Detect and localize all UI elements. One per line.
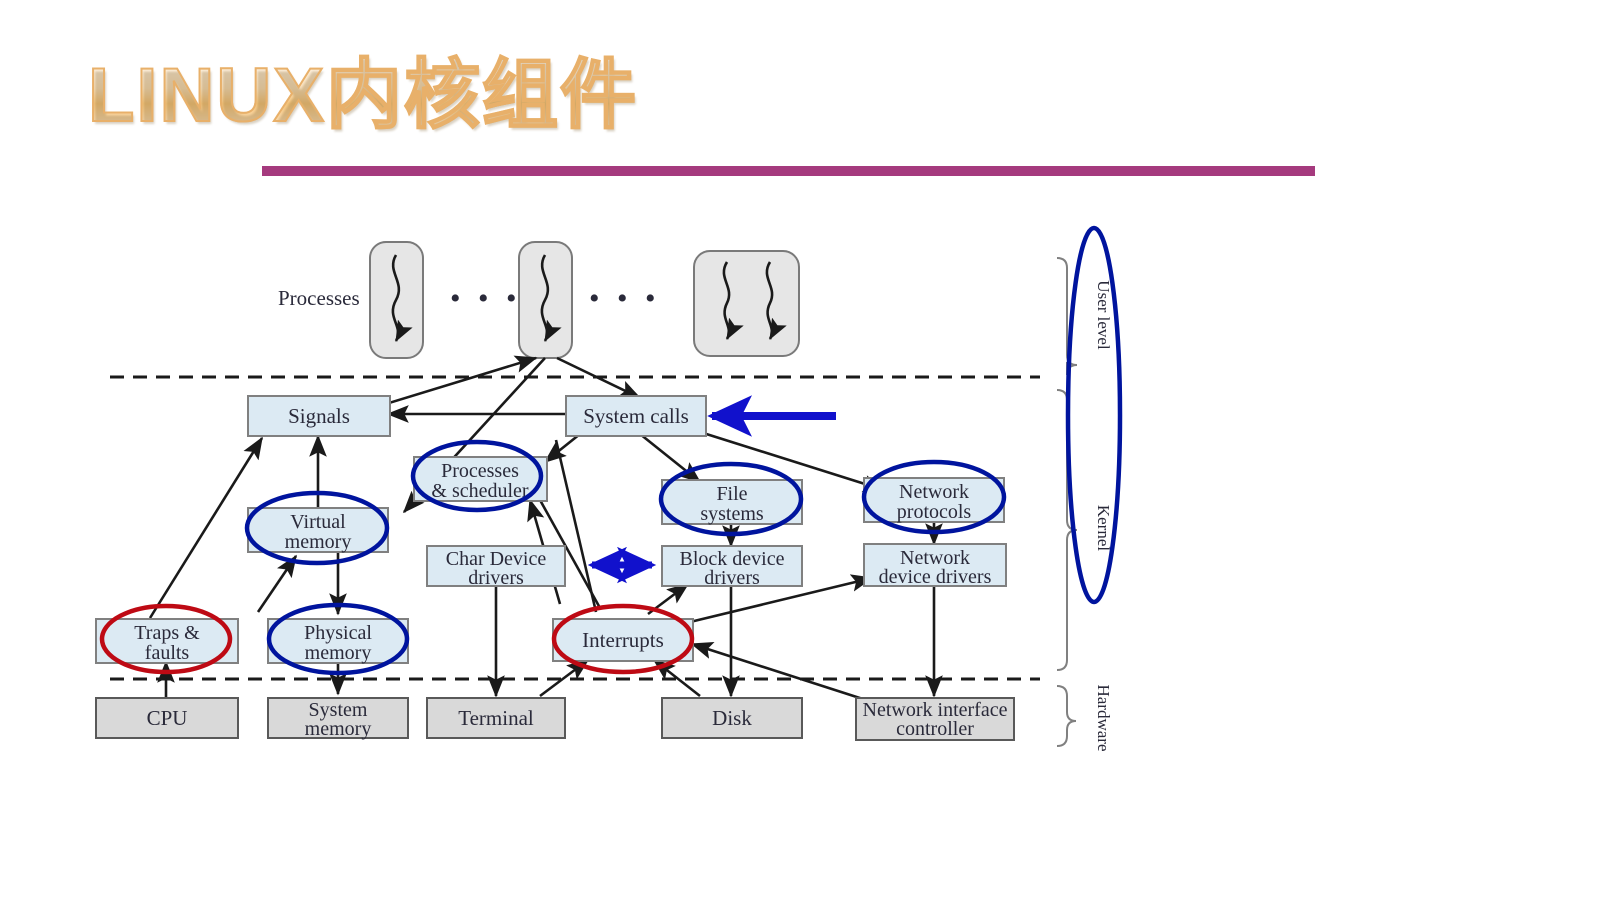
hardware-box-cpu[interactable]: CPU <box>95 697 239 739</box>
highlight-ellipse-user-kernel-levels <box>1065 225 1123 605</box>
kernel-box-virtual-memory-label-2: memory <box>285 531 352 553</box>
process-box-1 <box>369 241 424 359</box>
kernel-box-signals[interactable]: Signals <box>247 395 391 437</box>
kernel-box-network-protocols[interactable]: Network protocols <box>863 477 1005 523</box>
kernel-box-processes-scheduler-label-2: & scheduler <box>431 480 529 502</box>
hardware-box-nic-label-2: controller <box>896 718 974 740</box>
hardware-box-system-memory-label-2: memory <box>305 718 372 740</box>
kernel-box-traps-faults-label-2: faults <box>145 642 190 664</box>
layer-label-user-level: User level <box>1094 280 1113 350</box>
kernel-box-interrupts-label: Interrupts <box>582 628 664 652</box>
kernel-box-virtual-memory-label-1: Virtual <box>290 511 346 533</box>
process-box-3 <box>693 250 800 357</box>
linux-kernel-components-diagram: Processes • • • • • • Signals System cal… <box>95 225 1123 752</box>
kernel-box-network-device-drivers[interactable]: Network device drivers <box>863 543 1007 588</box>
kernel-box-traps-faults-label-1: Traps & <box>134 622 200 644</box>
kernel-box-file-systems-label-2: systems <box>700 503 764 525</box>
process-box-2 <box>518 241 573 359</box>
kernel-box-char-device-drivers-label-2: drivers <box>468 567 524 589</box>
process-ellipsis-2: • • • <box>589 282 661 315</box>
kernel-box-processes-scheduler-label-1: Processes <box>441 460 519 482</box>
kernel-box-virtual-memory[interactable]: Virtual memory <box>247 507 389 553</box>
kernel-box-network-protocols-label-2: protocols <box>897 501 972 523</box>
kernel-box-file-systems-label-1: File <box>716 483 747 505</box>
kernel-box-char-device-drivers[interactable]: Char Device drivers <box>426 545 566 589</box>
hardware-box-network-interface-controller[interactable]: Network interface controller <box>855 697 1015 741</box>
hardware-box-terminal[interactable]: Terminal <box>426 697 566 739</box>
kernel-box-block-device-drivers-label-2: drivers <box>704 567 760 589</box>
kernel-box-signals-label: Signals <box>288 404 350 428</box>
hardware-box-terminal-label: Terminal <box>458 706 534 730</box>
hardware-box-disk-label: Disk <box>712 706 752 730</box>
kernel-box-physical-memory-label-1: Physical <box>304 622 372 644</box>
kernel-box-file-systems[interactable]: File systems <box>661 479 803 525</box>
kernel-box-physical-memory[interactable]: Physical memory <box>267 618 409 664</box>
hardware-box-cpu-label: CPU <box>147 706 188 730</box>
process-ellipsis-1: • • • <box>450 282 522 315</box>
kernel-box-system-calls-label: System calls <box>583 404 689 428</box>
kernel-box-system-calls[interactable]: System calls <box>565 395 707 437</box>
kernel-box-interrupts[interactable]: Interrupts <box>552 618 694 662</box>
kernel-box-network-device-drivers-label-2: device drivers <box>879 566 992 588</box>
kernel-box-network-protocols-label-1: Network <box>899 481 969 503</box>
hardware-box-disk[interactable]: Disk <box>661 697 803 739</box>
kernel-box-block-device-drivers[interactable]: Block device drivers <box>661 545 803 589</box>
layer-brackets <box>1056 257 1078 747</box>
processes-label: Processes <box>278 286 360 310</box>
layer-label-kernel: Kernel <box>1094 505 1113 552</box>
kernel-box-physical-memory-label-2: memory <box>305 642 372 664</box>
hardware-box-system-memory[interactable]: System memory <box>267 697 409 740</box>
layer-label-hardware: Hardware <box>1094 684 1113 751</box>
